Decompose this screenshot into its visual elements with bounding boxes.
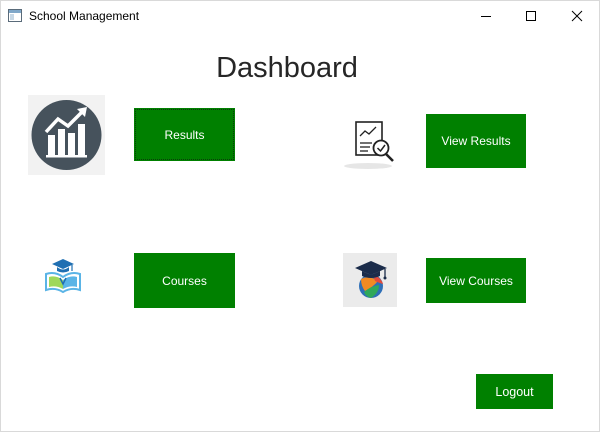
page-title: Dashboard: [216, 52, 358, 84]
maximize-button[interactable]: [508, 1, 554, 31]
window-title: School Management: [29, 9, 140, 23]
view-results-button[interactable]: View Results: [426, 114, 526, 168]
close-icon: [571, 10, 583, 22]
results-button[interactable]: Results: [134, 108, 235, 161]
minimize-button[interactable]: [463, 1, 509, 31]
graduation-book-icon: [45, 259, 81, 294]
graduation-cap-globe-icon: [343, 253, 397, 307]
title-bar[interactable]: School Management: [1, 1, 599, 31]
app-window: School Management Dashboard Results View…: [0, 0, 600, 432]
close-button[interactable]: [554, 1, 599, 31]
view-courses-button[interactable]: View Courses: [426, 258, 526, 303]
logout-button[interactable]: Logout: [476, 374, 553, 409]
report-magnifier-icon: [344, 121, 394, 169]
app-window-icon: [8, 9, 22, 22]
maximize-icon: [526, 11, 536, 21]
courses-button[interactable]: Courses: [134, 253, 235, 308]
minimize-icon: [481, 16, 491, 17]
growth-chart-icon: [28, 95, 105, 175]
